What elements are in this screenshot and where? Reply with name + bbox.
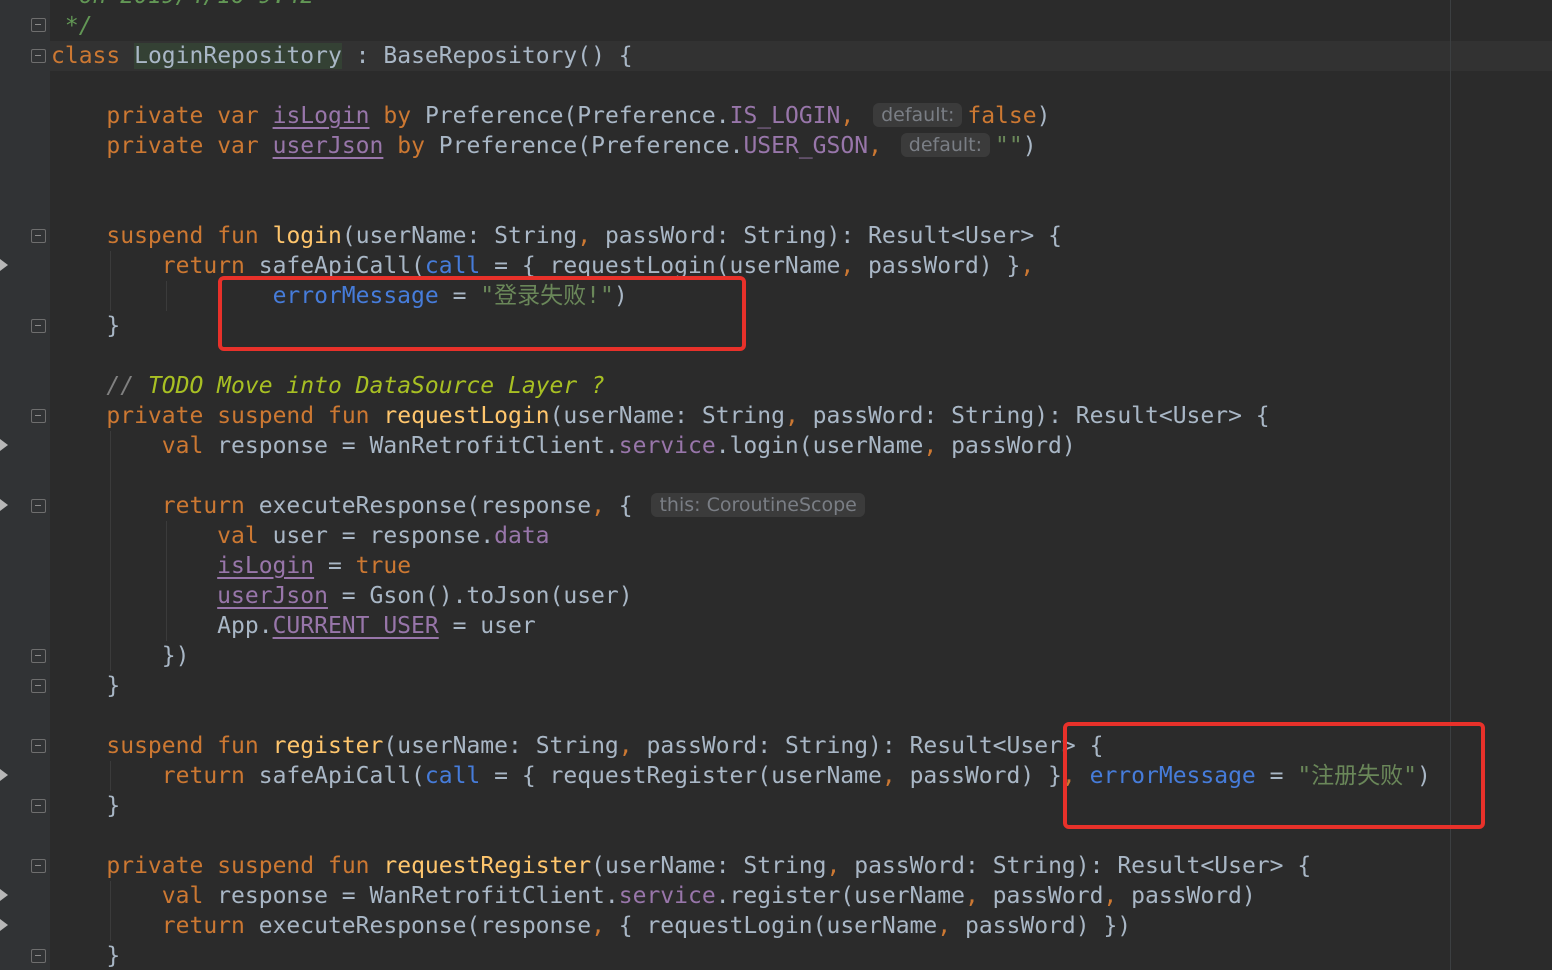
- code-line[interactable]: private var isLogin by Preference(Prefer…: [0, 101, 1431, 131]
- code-lines[interactable]: * on 2019/4/16 9:42 */class LoginReposit…: [0, 0, 1431, 970]
- code-line[interactable]: private var userJson by Preference(Prefe…: [0, 131, 1431, 161]
- code-line[interactable]: return executeResponse(response, { this:…: [0, 491, 1431, 521]
- code-line[interactable]: * on 2019/4/16 9:42: [0, 0, 1431, 11]
- code-line[interactable]: suspend fun register(userName: String, p…: [0, 731, 1431, 761]
- code-line[interactable]: errorMessage = "登录失败!"): [0, 281, 1431, 311]
- code-line[interactable]: }): [0, 641, 1431, 671]
- code-line[interactable]: [0, 71, 1431, 101]
- code-line[interactable]: return executeResponse(response, { reque…: [0, 911, 1431, 941]
- code-line[interactable]: isLogin = true: [0, 551, 1431, 581]
- code-line[interactable]: class LoginRepository : BaseRepository()…: [0, 41, 1431, 71]
- code-line[interactable]: [0, 161, 1431, 191]
- code-line[interactable]: [0, 701, 1431, 731]
- code-line[interactable]: userJson = Gson().toJson(user): [0, 581, 1431, 611]
- code-line[interactable]: val response = WanRetrofitClient.service…: [0, 431, 1431, 461]
- code-line[interactable]: [0, 341, 1431, 371]
- code-line[interactable]: // TODO Move into DataSource Layer ?: [0, 371, 1431, 401]
- code-line[interactable]: App.CURRENT_USER = user: [0, 611, 1431, 641]
- code-line[interactable]: val user = response.data: [0, 521, 1431, 551]
- code-line[interactable]: return safeApiCall(call = { requestLogin…: [0, 251, 1431, 281]
- code-line[interactable]: private suspend fun requestLogin(userNam…: [0, 401, 1431, 431]
- code-line[interactable]: [0, 191, 1431, 221]
- code-line[interactable]: */: [0, 11, 1431, 41]
- code-editor[interactable]: * on 2019/4/16 9:42 */class LoginReposit…: [0, 0, 1552, 970]
- code-line[interactable]: }: [0, 311, 1431, 341]
- code-line[interactable]: }: [0, 671, 1431, 701]
- code-line[interactable]: val response = WanRetrofitClient.service…: [0, 881, 1431, 911]
- code-line[interactable]: suspend fun login(userName: String, pass…: [0, 221, 1431, 251]
- code-line[interactable]: [0, 821, 1431, 851]
- right-margin-guide: [1450, 0, 1451, 970]
- code-line[interactable]: [0, 461, 1431, 491]
- code-line[interactable]: }: [0, 941, 1431, 970]
- code-line[interactable]: private suspend fun requestRegister(user…: [0, 851, 1431, 881]
- code-line[interactable]: return safeApiCall(call = { requestRegis…: [0, 761, 1431, 791]
- code-line[interactable]: }: [0, 791, 1431, 821]
